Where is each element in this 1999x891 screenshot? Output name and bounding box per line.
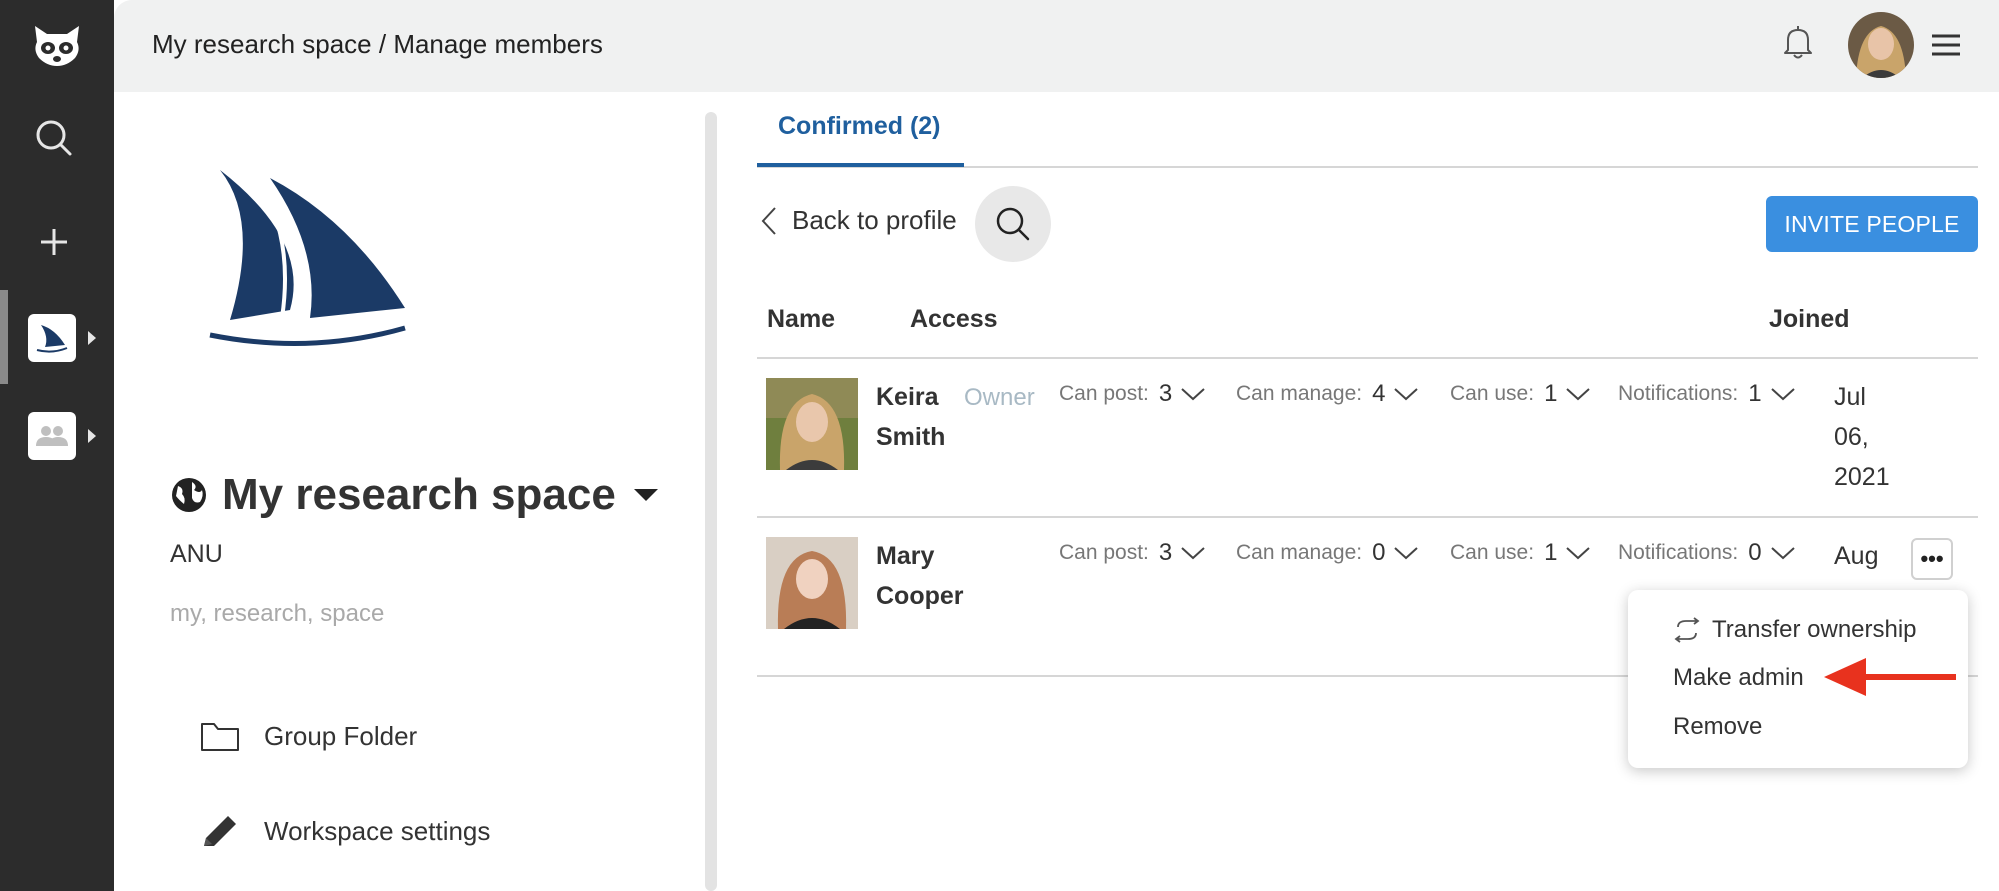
- notifications-select[interactable]: Notifications: 1: [1618, 380, 1796, 408]
- nav-label: Workspace settings: [264, 815, 491, 846]
- perm-value: 4: [1372, 380, 1386, 407]
- member-search-button[interactable]: [975, 186, 1051, 262]
- hamburger-menu-icon[interactable]: [1930, 32, 1962, 58]
- column-header-joined: Joined: [1769, 305, 1850, 333]
- perm-value: 0: [1372, 539, 1386, 566]
- menu-item-label: Transfer ownership: [1712, 616, 1917, 643]
- raccoon-logo-icon[interactable]: [28, 20, 86, 70]
- menu-item-make-admin[interactable]: Make admin: [1673, 664, 1804, 692]
- joined-day: 06,: [1834, 423, 1869, 451]
- can-use-select[interactable]: Can use: 1: [1450, 539, 1591, 567]
- tab-confirmed[interactable]: Confirmed (2): [778, 112, 941, 141]
- app-rail: [0, 0, 114, 891]
- back-to-profile-link[interactable]: Back to profile: [760, 205, 957, 236]
- member-first-name: Keira: [876, 383, 939, 411]
- joined-month: Jul: [1834, 383, 1866, 411]
- sailboat-icon: [28, 314, 76, 362]
- back-label: Back to profile: [792, 205, 957, 235]
- user-avatar[interactable]: [1848, 12, 1914, 78]
- perm-label: Can use:: [1450, 541, 1535, 564]
- perm-value: 3: [1158, 380, 1173, 407]
- perm-label: Can manage:: [1236, 382, 1363, 405]
- member-photo: [766, 537, 858, 629]
- caret-down-icon[interactable]: [633, 489, 658, 501]
- column-header-access: Access: [910, 305, 998, 333]
- nav-group-folder[interactable]: Group Folder: [200, 720, 417, 752]
- chevron-down-icon: [1770, 547, 1795, 560]
- chevron-left-icon: [761, 206, 776, 235]
- member-name: Keira Smith: [876, 377, 945, 457]
- expand-arrow-icon: [88, 331, 96, 345]
- joined-month: Aug: [1834, 542, 1879, 570]
- expand-arrow-icon: [88, 429, 96, 443]
- space-title-row[interactable]: My research space: [170, 470, 658, 520]
- joined-date: Jul 06, 2021: [1834, 377, 1890, 497]
- workspace-logo: [200, 160, 420, 360]
- breadcrumb: My research space / Manage members: [152, 29, 603, 59]
- group-icon: [28, 412, 76, 460]
- can-manage-select[interactable]: Can manage: 4: [1236, 380, 1419, 408]
- joined-year: 2021: [1834, 463, 1890, 491]
- perm-value: 1: [1544, 380, 1558, 407]
- perm-label: Can post:: [1059, 382, 1149, 405]
- can-post-select[interactable]: Can post: 3: [1059, 539, 1206, 567]
- more-actions-button[interactable]: •••: [1911, 538, 1953, 580]
- owner-badge: Owner: [964, 384, 1035, 411]
- member-last-name: Smith: [876, 423, 946, 451]
- perm-label: Can post:: [1059, 541, 1149, 564]
- chevron-down-icon: [1394, 547, 1419, 560]
- nav-label: Group Folder: [264, 720, 418, 751]
- plus-icon[interactable]: [34, 222, 74, 262]
- active-indicator: [0, 290, 8, 384]
- menu-item-remove[interactable]: Remove: [1673, 713, 1762, 741]
- member-last-name: Cooper: [876, 582, 964, 610]
- can-manage-select[interactable]: Can manage: 0: [1236, 539, 1419, 567]
- space-title: My research space: [222, 470, 616, 519]
- perm-value: 1: [1544, 539, 1558, 566]
- header-divider: [757, 357, 1978, 359]
- space-organization: ANU: [170, 540, 223, 568]
- perm-label: Can use:: [1450, 382, 1535, 405]
- panel-divider-scrollbar[interactable]: [705, 112, 717, 891]
- member-photo: [766, 378, 858, 470]
- chevron-down-icon: [1566, 388, 1591, 401]
- workspace-switcher[interactable]: [28, 314, 96, 362]
- bell-icon[interactable]: [1778, 22, 1818, 62]
- space-tags: my, research, space: [170, 600, 385, 627]
- perm-value: 1: [1748, 380, 1762, 407]
- row-divider: [757, 516, 1978, 518]
- menu-item-transfer-ownership[interactable]: Transfer ownership: [1672, 616, 1917, 644]
- perm-label: Notifications:: [1618, 541, 1739, 564]
- chevron-down-icon: [1394, 388, 1419, 401]
- tab-active-underline: [757, 163, 964, 167]
- search-icon[interactable]: [32, 116, 76, 160]
- perm-value: 3: [1158, 539, 1173, 566]
- can-use-select[interactable]: Can use: 1: [1450, 380, 1591, 408]
- chevron-down-icon: [1566, 547, 1591, 560]
- chevron-down-icon: [1770, 388, 1795, 401]
- transfer-icon: [1674, 617, 1700, 643]
- groups-switcher[interactable]: [28, 412, 96, 460]
- perm-label: Notifications:: [1618, 382, 1739, 405]
- column-header-name: Name: [767, 305, 836, 333]
- perm-label: Can manage:: [1236, 541, 1363, 564]
- member-name: Mary Cooper: [876, 536, 964, 616]
- perm-value: 0: [1748, 539, 1762, 566]
- invite-people-button[interactable]: INVITE PEOPLE: [1766, 196, 1978, 252]
- member-first-name: Mary: [876, 542, 935, 570]
- globe-icon: [172, 478, 206, 512]
- search-icon: [996, 207, 1030, 241]
- folder-icon: [201, 723, 239, 751]
- chevron-down-icon: [1181, 388, 1205, 401]
- notifications-select[interactable]: Notifications: 0: [1618, 539, 1796, 567]
- nav-workspace-settings[interactable]: Workspace settings: [200, 812, 490, 850]
- chevron-down-icon: [1181, 547, 1205, 560]
- can-post-select[interactable]: Can post: 3: [1059, 380, 1206, 408]
- pencil-icon: [204, 816, 236, 846]
- red-arrow-icon: [1820, 652, 1960, 702]
- joined-date: Aug: [1834, 536, 1878, 576]
